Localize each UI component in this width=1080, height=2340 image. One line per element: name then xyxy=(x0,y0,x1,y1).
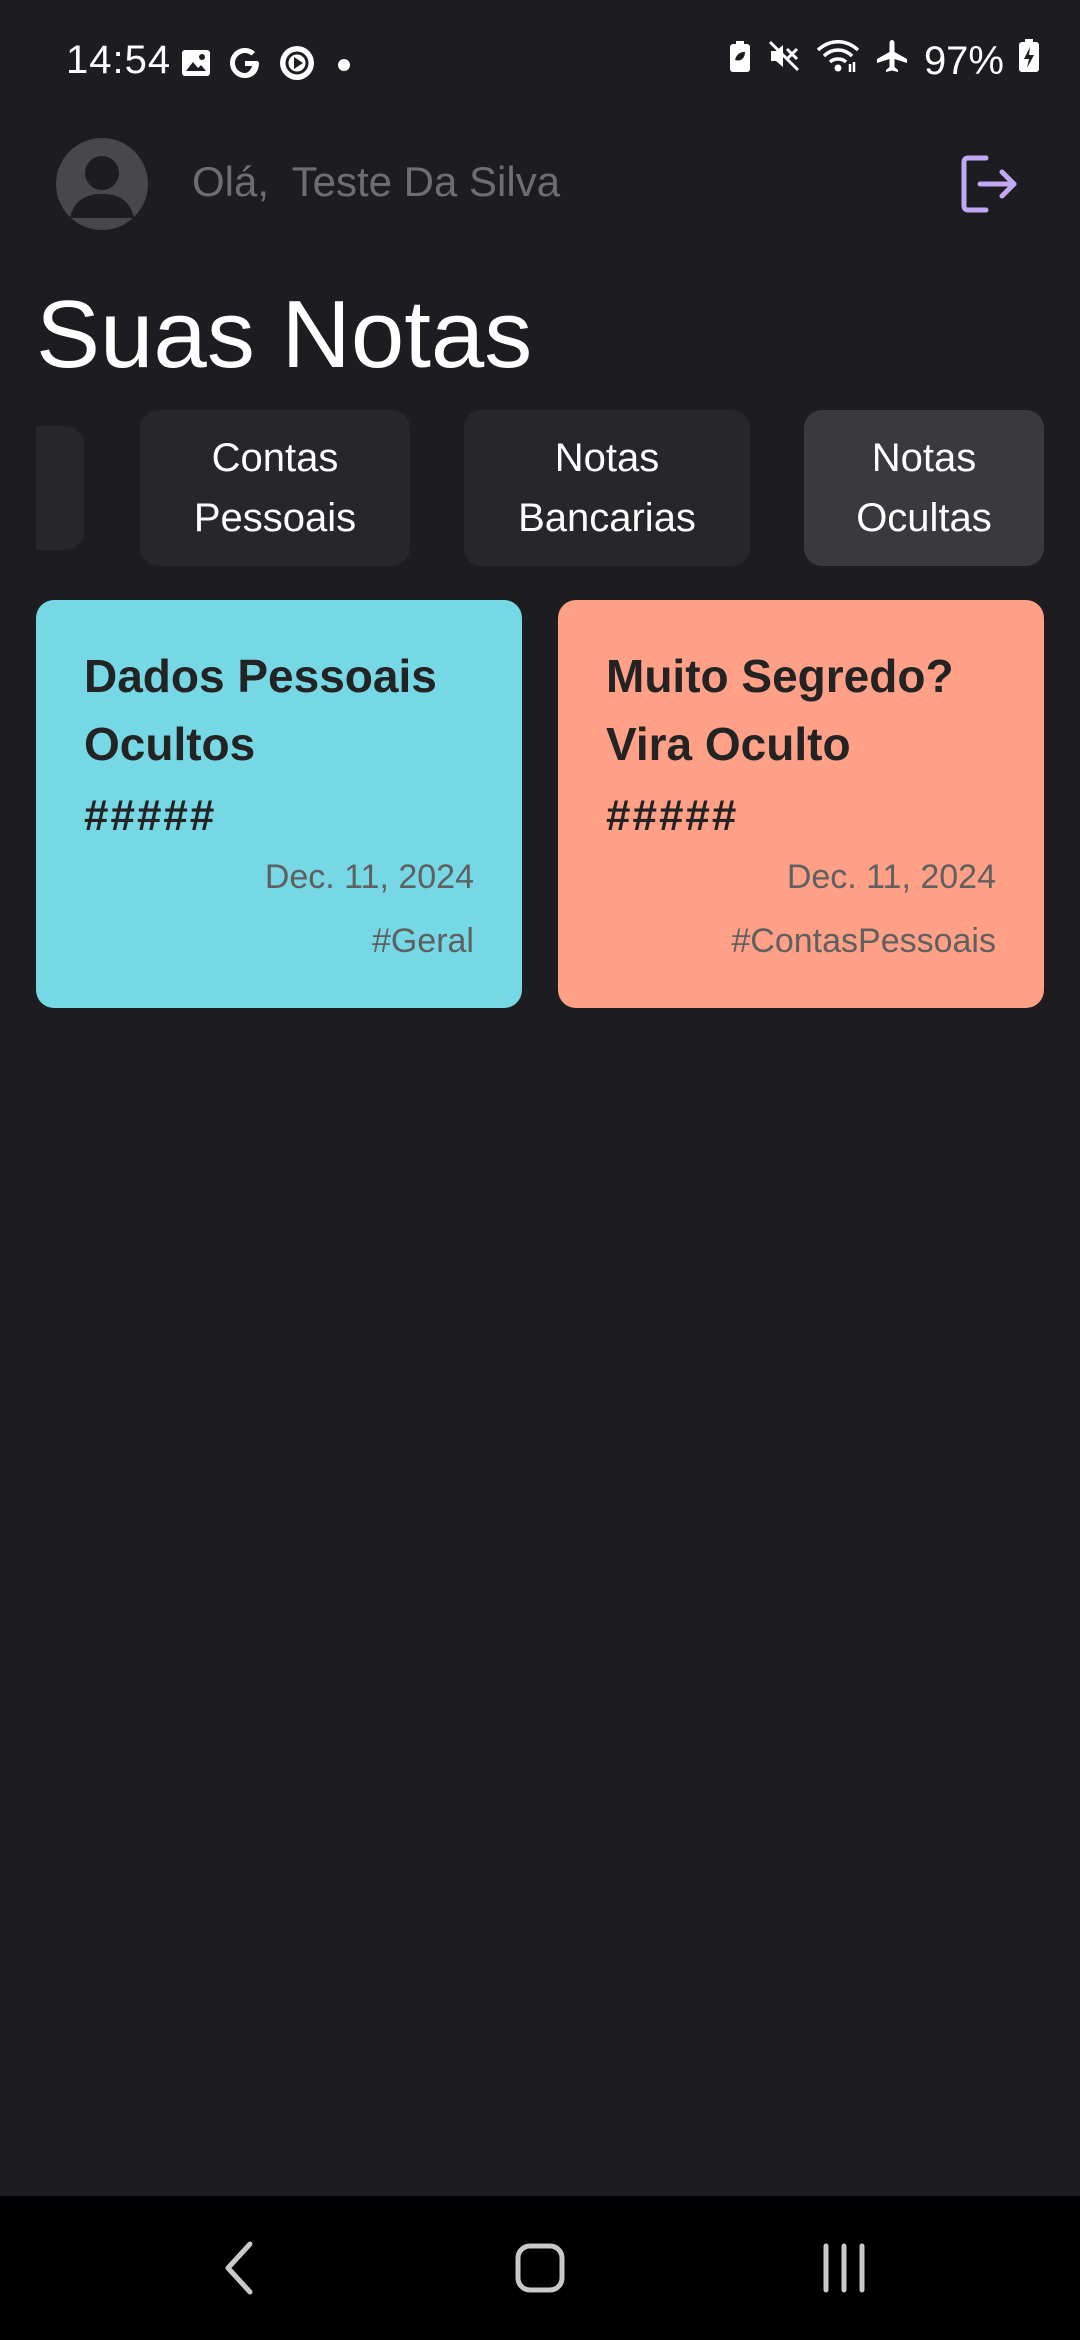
back-button[interactable] xyxy=(200,2236,280,2300)
note-title: Dados Pessoais Ocultos xyxy=(84,650,437,770)
category-label-line2: Pessoais xyxy=(193,496,357,540)
recents-button[interactable] xyxy=(804,2236,884,2300)
avatar[interactable] xyxy=(56,138,148,230)
header: Olá, Teste Da Silva xyxy=(0,130,1080,240)
wifi-icon xyxy=(816,38,860,84)
mute-icon xyxy=(766,38,802,84)
logout-icon xyxy=(961,155,1017,213)
home-icon xyxy=(515,2243,565,2293)
category-chip-notas-bancarias[interactable]: Notas Bancarias xyxy=(464,410,750,566)
category-chip-partial[interactable] xyxy=(36,426,84,550)
gallery-icon xyxy=(180,47,212,84)
navigation-bar xyxy=(0,2196,1080,2340)
note-tag: #Geral xyxy=(371,922,474,960)
category-label-line1: Notas xyxy=(554,436,660,480)
category-chip-notas-ocultas[interactable]: Notas Ocultas xyxy=(804,410,1044,566)
dot-icon xyxy=(332,47,356,84)
category-label-line1: Notas xyxy=(871,436,977,480)
battery-percent: 97% xyxy=(923,38,1004,83)
status-right-icons: 97% xyxy=(728,38,1040,84)
note-body: ##### xyxy=(84,791,217,840)
category-label-line2: Ocultas xyxy=(856,496,992,540)
person-icon xyxy=(70,156,134,218)
category-chip-contas-pessoais[interactable]: Contas Pessoais xyxy=(140,410,410,566)
note-tag: #ContasPessoais xyxy=(731,922,996,960)
home-button[interactable] xyxy=(500,2236,580,2300)
note-date: Dec. 11, 2024 xyxy=(264,858,474,896)
airplane-icon xyxy=(874,38,910,84)
status-bar: 14:54 97% xyxy=(0,0,1080,120)
note-body: ##### xyxy=(606,791,739,840)
google-icon xyxy=(228,46,262,85)
page-title: Suas Notas xyxy=(36,281,533,388)
category-chips[interactable]: Contas Pessoais Notas Bancarias Notas Oc… xyxy=(36,410,1044,566)
play-circle-icon xyxy=(278,44,316,87)
battery-charging-icon xyxy=(1018,38,1040,84)
category-label-line2: Bancarias xyxy=(518,496,696,540)
category-label-line1: Contas xyxy=(211,436,339,480)
battery-saver-icon xyxy=(728,39,752,84)
recents-icon xyxy=(823,2243,865,2293)
logout-button[interactable] xyxy=(956,150,1024,218)
status-left-icons xyxy=(180,44,356,87)
status-time: 14:54 xyxy=(66,38,172,82)
greeting-text: Olá, Teste Da Silva xyxy=(192,158,561,205)
note-date: Dec. 11, 2024 xyxy=(786,858,996,896)
note-title: Muito Segredo? Vira Oculto xyxy=(606,650,954,770)
back-icon xyxy=(225,2241,253,2295)
note-card[interactable]: Muito Segredo? Vira Oculto ##### Dec. 11… xyxy=(558,600,1044,1008)
note-card[interactable]: Dados Pessoais Ocultos ##### Dec. 11, 20… xyxy=(36,600,522,1008)
